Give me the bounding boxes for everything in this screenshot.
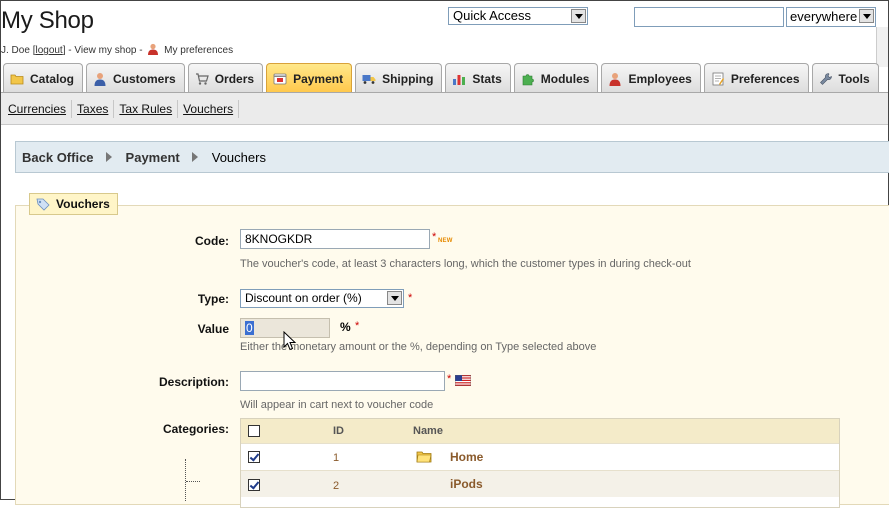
table-row: 1 Home	[241, 443, 839, 470]
folder-icon	[10, 74, 24, 84]
tab-label: Shipping	[382, 71, 434, 86]
value-label: Value	[197, 322, 229, 336]
required-mark: *	[432, 231, 437, 243]
category-checkbox[interactable]	[248, 479, 260, 491]
subtab-currencies[interactable]: Currencies	[3, 99, 73, 118]
tab-label: Payment	[293, 71, 344, 86]
subtab-taxes[interactable]: Taxes	[72, 99, 115, 118]
user-icon	[94, 72, 106, 86]
mouse-cursor-icon	[283, 331, 297, 351]
description-input[interactable]	[240, 371, 445, 391]
logout-link[interactable]: logout	[35, 45, 62, 56]
main-tabs: Catalog Customers Orders Payment Shippin…	[3, 63, 882, 93]
subtab-bar: Currencies Taxes Tax Rules Vouchers	[1, 93, 888, 125]
wrench-icon	[819, 72, 832, 85]
tab-catalog[interactable]: Catalog	[3, 63, 84, 93]
table-row: 2 iPods	[241, 470, 839, 497]
search-input[interactable]	[634, 7, 784, 27]
tab-label: Modules	[540, 71, 590, 86]
breadcrumb-section[interactable]: Payment	[126, 150, 180, 165]
table-header: ID Name	[241, 419, 839, 443]
employee-icon	[609, 72, 621, 86]
tab-label: Orders	[214, 71, 255, 86]
tab-label: Employees	[628, 71, 692, 86]
tag-icon	[36, 198, 50, 211]
cart-icon	[195, 72, 209, 85]
tree-connector	[185, 459, 186, 501]
required-mark: *	[355, 320, 360, 332]
breadcrumb-root[interactable]: Back Office	[22, 150, 94, 165]
value-selected-text: 0	[245, 321, 254, 335]
required-mark: *	[408, 292, 413, 304]
chevron-down-icon[interactable]	[859, 9, 874, 23]
card-icon	[273, 73, 287, 84]
search-scope-select[interactable]: everywhere	[786, 7, 876, 27]
select-all-checkbox[interactable]	[248, 425, 260, 437]
chevron-right-icon	[105, 152, 112, 162]
breadcrumb-page: Vouchers	[211, 149, 266, 165]
tab-label: Preferences	[730, 71, 800, 86]
quick-access-value: Quick Access	[453, 8, 532, 23]
tab-label: Tools	[838, 71, 870, 86]
categories-table: ID Name 1 Home 2 iPods	[240, 418, 840, 508]
column-header-name: Name	[413, 425, 443, 437]
user-name: J. Doe	[1, 45, 30, 56]
user-line: J. Doe [logout] - View my shop - My pref…	[1, 43, 234, 56]
chevron-down-icon[interactable]	[387, 291, 402, 305]
subtab-tax-rules[interactable]: Tax Rules	[114, 99, 179, 118]
tab-customers[interactable]: Customers	[86, 63, 185, 93]
new-badge: NEW	[438, 238, 453, 244]
chevron-down-icon[interactable]	[571, 9, 586, 23]
type-select-value: Discount on order (%)	[245, 291, 362, 305]
us-flag-icon[interactable]	[455, 375, 471, 386]
breadcrumb: Back Office Payment Vouchers	[15, 141, 889, 173]
tree-connector	[186, 481, 200, 482]
folder-open-icon	[416, 451, 432, 463]
chart-icon	[453, 74, 466, 85]
tab-employees[interactable]: Employees	[601, 63, 701, 93]
tab-preferences[interactable]: Preferences	[703, 63, 809, 93]
value-unit: %	[340, 320, 351, 334]
document-icon	[712, 72, 724, 85]
code-hint: The voucher's code, at least 3 character…	[240, 258, 691, 270]
type-select[interactable]: Discount on order (%)	[240, 289, 404, 308]
tab-label: Customers	[113, 71, 176, 86]
type-label: Type:	[197, 292, 229, 306]
tab-orders[interactable]: Orders	[187, 63, 264, 93]
categories-label: Categories:	[162, 422, 229, 436]
category-name[interactable]: Home	[450, 450, 483, 464]
tab-tools[interactable]: Tools	[811, 63, 879, 93]
code-input[interactable]: 8KNOGKDR	[240, 229, 430, 249]
tab-shipping[interactable]: Shipping	[355, 63, 443, 93]
shop-title: My Shop	[1, 7, 94, 34]
view-shop-link[interactable]: View my shop	[74, 45, 136, 56]
description-label: Description:	[158, 375, 229, 389]
column-header-id: ID	[333, 425, 344, 437]
tab-label: Catalog	[30, 71, 75, 86]
category-checkbox[interactable]	[248, 451, 260, 463]
category-name[interactable]: iPods	[450, 477, 483, 491]
quick-access-select[interactable]: Quick Access	[448, 7, 588, 25]
chevron-right-icon	[191, 152, 198, 162]
description-hint: Will appear in cart next to voucher code	[240, 399, 434, 411]
tab-payment[interactable]: Payment	[266, 63, 353, 93]
category-id: 2	[333, 480, 340, 492]
puzzle-icon	[522, 73, 534, 85]
subtab-vouchers[interactable]: Vouchers	[178, 99, 240, 118]
required-mark: *	[447, 373, 452, 385]
search-scope-value: everywhere	[790, 9, 858, 24]
tab-modules[interactable]: Modules	[513, 63, 599, 93]
my-preferences-link[interactable]: My preferences	[164, 45, 233, 56]
user-preferences-icon	[148, 43, 159, 55]
tab-stats[interactable]: Stats	[445, 63, 511, 93]
legend-label: Vouchers	[56, 197, 110, 211]
category-id: 1	[333, 452, 340, 464]
fieldset-legend: Vouchers	[29, 193, 118, 215]
scrollbar[interactable]	[876, 27, 888, 67]
code-label: Code:	[195, 234, 229, 248]
tab-label: Stats	[472, 71, 502, 86]
truck-icon	[362, 74, 376, 84]
